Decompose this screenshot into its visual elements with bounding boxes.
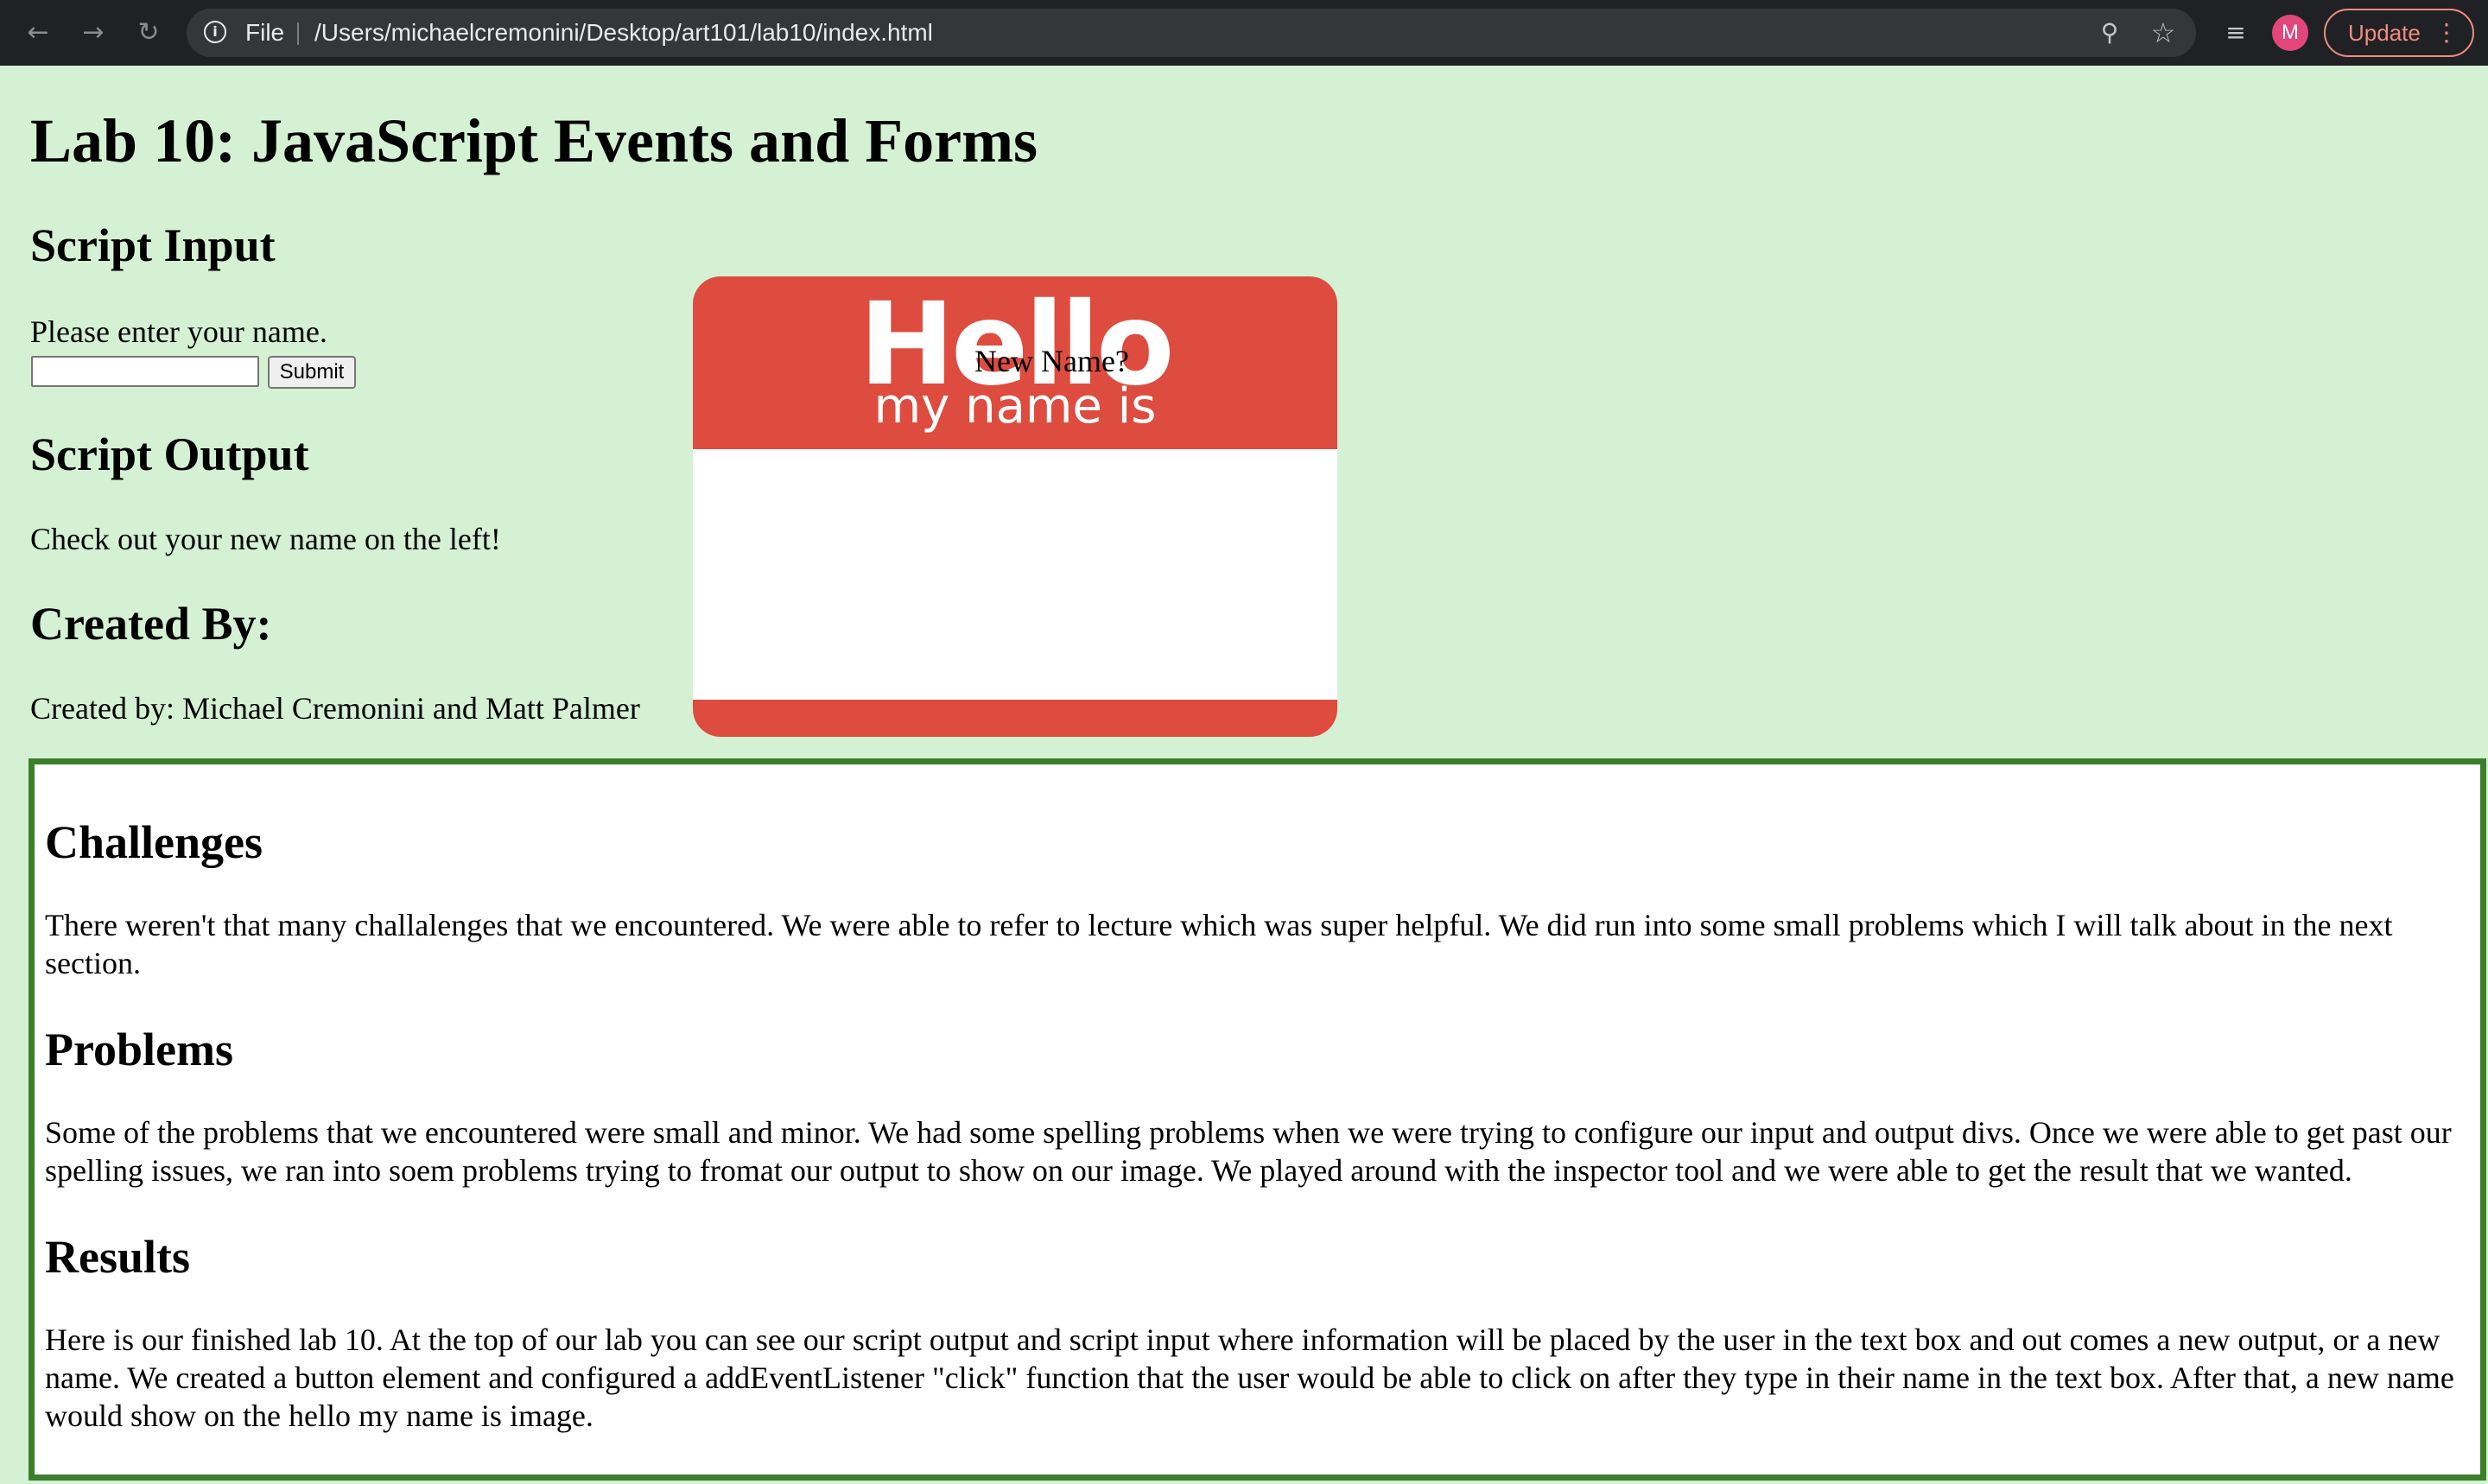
name-input[interactable] [31,356,259,387]
media-control-icon[interactable]: ≡ [2218,16,2253,50]
results-text: Here is our finished lab 10. At the top … [45,1322,2454,1433]
new-name-output: New Name? [974,344,1129,378]
output-text: Check out your new name on the left! [30,522,501,556]
submit-button[interactable]: Submit [268,356,356,389]
challenges-heading: Challenges [45,816,263,868]
script-input-heading: Script Input [30,219,276,271]
writeup-section: Challenges There weren't that many chall… [29,758,2486,1481]
results-heading: Results [45,1231,191,1283]
script-output-heading: Script Output [30,428,309,480]
bookmark-star-icon[interactable]: ☆ [2146,16,2180,50]
reload-icon[interactable]: ↻ [131,16,166,50]
page-title: Lab 10: JavaScript Events and Forms [30,106,1038,175]
problems-heading: Problems [45,1024,233,1075]
problems-text: Some of the problems that we encountered… [45,1115,2452,1188]
challenges-text: There weren't that many challalenges tha… [45,908,2393,980]
forward-arrow-icon[interactable]: → [76,16,111,50]
more-menu-icon[interactable]: ⋮ [2434,10,2459,55]
info-icon[interactable]: i [204,21,226,43]
profile-avatar[interactable]: M [2272,15,2308,51]
url-scheme: File [245,19,285,46]
url-text[interactable]: /Users/michaelcremonini/Desktop/art101/l… [314,9,933,57]
zoom-icon[interactable]: ⚲ [2092,16,2127,50]
address-bar[interactable]: i File /Users/michaelcremonini/Desktop/a… [187,9,2196,57]
name-tag-my-name-is-text: my name is [873,378,1157,434]
back-arrow-icon[interactable]: ← [21,16,55,50]
name-tag-white-area [693,449,1337,700]
name-prompt: Please enter your name. [30,314,327,349]
created-by-text: Created by: Michael Cremonini and Matt P… [30,691,640,726]
browser-toolbar: ← → ↻ i File /Users/michaelcremonini/Des… [0,0,2488,66]
update-label: Update [2348,20,2421,46]
url-divider [297,22,299,45]
update-button[interactable]: Update ⋮ [2324,9,2474,57]
created-by-heading: Created By: [30,598,272,650]
